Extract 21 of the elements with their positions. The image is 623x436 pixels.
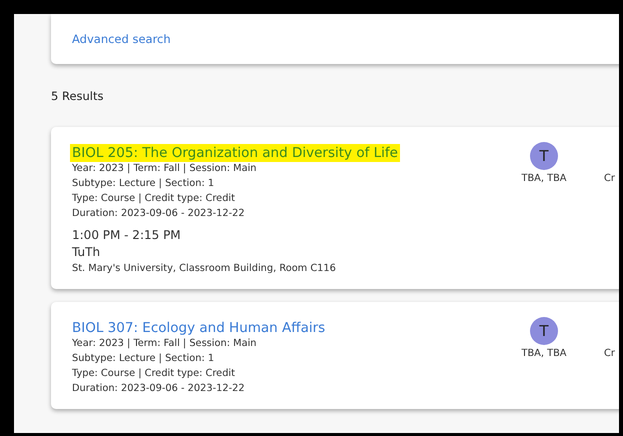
advanced-search-link[interactable]: Advanced search bbox=[72, 32, 171, 46]
course-detail: Year: 2023 | Term: Fall | Session: Main bbox=[72, 337, 258, 351]
course-detail: Type: Course | Credit type: Credit bbox=[72, 192, 236, 206]
credit-text: Cr bbox=[604, 173, 616, 186]
course-detail: Duration: 2023-09-06 - 2023-12-22 bbox=[72, 207, 246, 221]
course-detail: Type: Course | Credit type: Credit bbox=[72, 367, 236, 381]
course-detail: Year: 2023 | Term: Fall | Session: Main bbox=[72, 162, 258, 176]
instructor-avatar: T bbox=[530, 142, 558, 170]
meeting-time: 1:00 PM - 2:15 PM bbox=[72, 227, 182, 244]
credit-text: Cr bbox=[604, 348, 616, 361]
course-title-link[interactable]: BIOL 307: Ecology and Human Affairs bbox=[70, 319, 328, 337]
course-detail: Subtype: Lecture | Section: 1 bbox=[72, 177, 216, 191]
meeting-location: St. Mary's University, Classroom Building, Room C116 bbox=[72, 262, 337, 276]
results-count: 5 Results bbox=[51, 89, 104, 105]
instructor-avatar: T bbox=[530, 317, 558, 345]
course-detail: Duration: 2023-09-06 - 2023-12-22 bbox=[72, 382, 246, 396]
instructor-names: TBA, TBA bbox=[521, 348, 567, 359]
meeting-days: TuTh bbox=[72, 244, 500, 261]
course-detail: Subtype: Lecture | Section: 1 bbox=[72, 352, 216, 366]
course-title-link[interactable]: BIOL 205: The Organization and Diversity of Life bbox=[70, 144, 400, 162]
instructor-names: TBA, TBA bbox=[521, 173, 567, 184]
